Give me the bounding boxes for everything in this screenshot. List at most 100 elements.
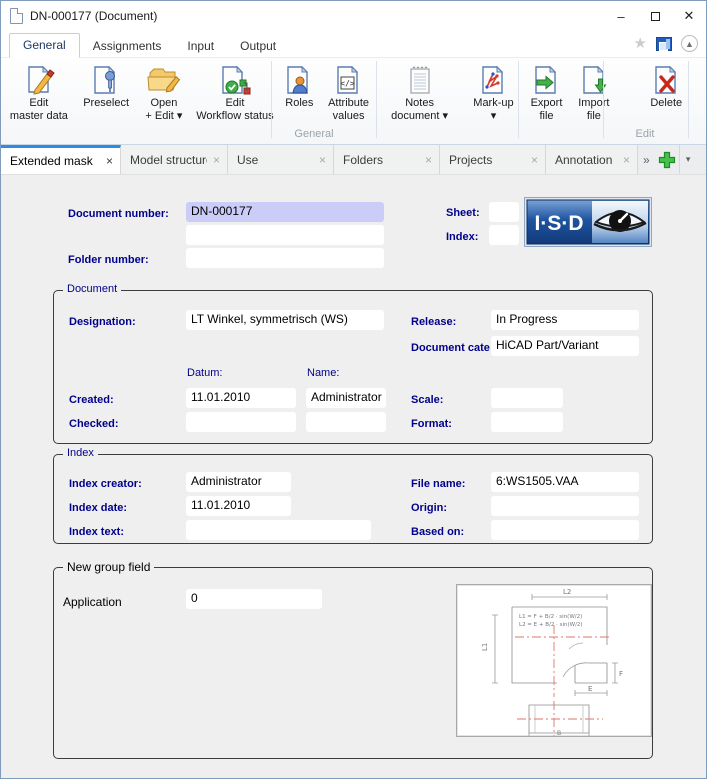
delete-button[interactable]: Delete <box>626 61 706 110</box>
collapse-ribbon-button[interactable]: ▲ <box>681 35 698 52</box>
button-label: Open <box>150 97 177 110</box>
button-label: Export <box>531 97 563 110</box>
close-tab-icon[interactable]: × <box>531 153 538 167</box>
preselect-icon <box>91 63 121 97</box>
notes-document-button[interactable]: Notes document ▾ <box>376 61 463 123</box>
open-edit-icon <box>147 63 181 97</box>
datum-column-header: Datum: <box>187 367 222 379</box>
format-label: Format: <box>411 418 452 430</box>
tab-folders[interactable]: Folders × <box>334 145 440 174</box>
document-number-2-field[interactable] <box>186 225 384 245</box>
origin-field[interactable] <box>491 496 639 516</box>
edit-master-data-icon <box>23 63 55 97</box>
favorite-star-icon[interactable]: ★ <box>634 36 647 51</box>
open-edit-button[interactable]: Open + Edit ▾ <box>135 61 192 123</box>
tab-label: Extended mask <box>10 154 93 168</box>
import-file-button[interactable]: Import file <box>569 61 618 123</box>
edit-workflow-status-button[interactable]: Edit Workflow status <box>192 61 277 123</box>
minimize-button[interactable]: – <box>604 1 638 31</box>
preview-dim-f: F <box>619 670 623 678</box>
tab-annotation[interactable]: Annotation × <box>546 145 638 174</box>
index-date-field[interactable]: 11.01.2010 <box>186 496 291 516</box>
svg-text:I·S·D: I·S·D <box>535 212 584 235</box>
tab-label: Projects <box>449 153 492 167</box>
edit-master-data-button[interactable]: Edit master data <box>1 61 77 123</box>
tab-use[interactable]: Use × <box>228 145 334 174</box>
button-label: Edit <box>29 97 48 110</box>
export-file-button[interactable]: Export file <box>524 61 569 123</box>
document-category-field[interactable]: HiCAD Part/Variant <box>491 336 639 356</box>
tab-extended-mask[interactable]: Extended mask × <box>1 145 121 174</box>
float-panel-icon[interactable] <box>656 37 672 51</box>
close-tab-icon[interactable]: × <box>623 153 630 167</box>
close-tab-icon[interactable]: × <box>319 153 326 167</box>
index-group-title: Index <box>63 447 98 459</box>
toolbar-separator <box>603 61 604 138</box>
add-tab-button[interactable] <box>655 145 679 174</box>
ribbon-toolbar: Edit master data Preselect Open + Edit ▾… <box>1 58 706 145</box>
tab-overflow-button[interactable]: » <box>638 145 655 174</box>
index-field[interactable] <box>489 225 519 245</box>
notes-document-icon <box>406 63 434 97</box>
isd-logo: I·S·D <box>524 197 652 250</box>
document-number-field[interactable]: DN-000177 <box>186 202 384 222</box>
tab-label: Use <box>237 153 258 167</box>
based-on-field[interactable] <box>491 520 639 540</box>
application-label: Application <box>63 595 122 609</box>
ribbon-tab-bar: General Assignments Input Output ★ ▲ <box>1 31 706 58</box>
part-preview-image: L2 L1 F E B L1 = F + B/2 · sin(W/2) L2 =… <box>456 584 652 737</box>
ribbon-tab-output[interactable]: Output <box>227 35 289 58</box>
export-file-icon <box>531 63 561 97</box>
ribbon-tab-assignments[interactable]: Assignments <box>80 35 175 58</box>
preview-dim-b: B <box>557 730 561 736</box>
import-file-icon <box>579 63 609 97</box>
checked-date-field[interactable] <box>186 412 296 432</box>
file-name-field[interactable]: 6:WS1505.VAA <box>491 472 639 492</box>
tab-projects[interactable]: Projects × <box>440 145 546 174</box>
preselect-button[interactable]: Preselect <box>77 61 136 110</box>
created-date-field[interactable]: 11.01.2010 <box>186 388 296 408</box>
index-creator-field[interactable]: Administrator <box>186 472 291 492</box>
format-field[interactable] <box>491 412 563 432</box>
checked-name-field[interactable] <box>306 412 386 432</box>
ribbon-tab-input[interactable]: Input <box>174 35 227 58</box>
origin-label: Origin: <box>411 502 447 514</box>
roles-button[interactable]: Roles <box>278 61 322 110</box>
preview-dim-l2: L2 <box>563 588 571 596</box>
close-tab-icon[interactable]: × <box>106 154 113 168</box>
application-field[interactable]: 0 <box>186 589 322 609</box>
folder-number-label: Folder number: <box>68 254 149 266</box>
index-label: Index: <box>446 231 478 243</box>
designation-field[interactable]: LT Winkel, symmetrisch (WS) <box>186 310 384 330</box>
button-label: values <box>333 110 365 123</box>
created-name-field[interactable]: Administrator <box>306 388 386 408</box>
document-icon <box>10 8 23 24</box>
ribbon-right-controls: ★ ▲ <box>634 35 698 52</box>
tab-model-structure[interactable]: Model structure × <box>121 145 228 174</box>
attribute-values-button[interactable]: </> Attribute values <box>321 61 376 123</box>
close-tab-icon[interactable]: × <box>213 153 220 167</box>
toolbar-separator <box>688 61 689 138</box>
roles-icon <box>284 63 314 97</box>
tab-label: Model structure <box>130 153 207 167</box>
mark-up-button[interactable]: Mark-up ▾ <box>463 61 524 123</box>
extended-mask-form: Document number: DN-000177 Folder number… <box>1 175 706 779</box>
scale-field[interactable] <box>491 388 563 408</box>
delete-icon <box>651 63 681 97</box>
ribbon-tab-general[interactable]: General <box>9 33 80 58</box>
sheet-field[interactable] <box>489 202 519 222</box>
svg-text:</>: </> <box>340 79 355 88</box>
tab-dropdown-button[interactable]: ▾ <box>679 145 697 174</box>
button-label: Workflow status <box>196 110 273 123</box>
close-button[interactable]: ✕ <box>672 1 706 31</box>
close-tab-icon[interactable]: × <box>425 153 432 167</box>
release-field[interactable]: In Progress <box>491 310 639 330</box>
folder-number-field[interactable] <box>186 248 384 268</box>
button-label: Preselect <box>83 97 129 110</box>
button-label: ▾ <box>491 110 497 123</box>
button-label: Attribute <box>328 97 369 110</box>
maximize-button[interactable] <box>638 1 672 31</box>
index-text-field[interactable] <box>186 520 371 540</box>
index-date-label: Index date: <box>69 502 127 514</box>
button-label: file <box>539 110 553 123</box>
